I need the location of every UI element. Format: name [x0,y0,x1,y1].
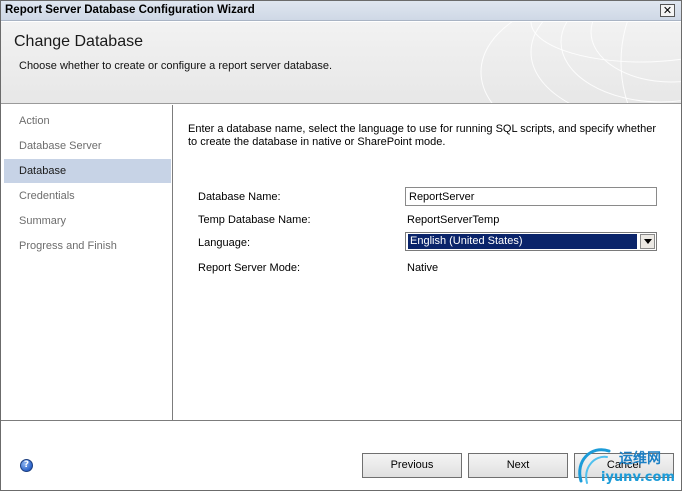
dropdown-button[interactable] [640,234,655,249]
database-name-input[interactable] [405,187,657,206]
next-button-label: Next [506,459,530,471]
close-button[interactable]: ✕ [660,4,675,17]
chevron-down-icon [644,239,652,244]
language-selected-value: English (United States) [408,234,637,249]
next-button[interactable]: Next [468,453,568,478]
nav-item-credentials[interactable]: Credentials [4,184,171,208]
nav-item-database[interactable]: Database [4,159,171,183]
language-label: Language: [198,237,250,249]
nav-item-progress-and-finish[interactable]: Progress and Finish [4,234,171,258]
previous-button-label: Previous [390,459,434,471]
page-subtitle: Choose whether to create or configure a … [19,60,333,72]
watermark-cn: 运维网 [619,450,661,467]
nav-item-action[interactable]: Action [4,109,171,133]
watermark-logo: 运维网 iyunv.com [578,448,675,485]
language-select[interactable]: English (United States) [405,232,657,251]
title-bar: Report Server Database Configuration Wiz… [1,1,681,21]
nav-item-database-server[interactable]: Database Server [4,134,171,158]
intro-text: Enter a database name, select the langua… [188,123,656,148]
window-title: Report Server Database Configuration Wiz… [5,4,255,16]
report-server-mode-label: Report Server Mode: [198,262,301,274]
wizard-window: Report Server Database Configuration Wiz… [0,0,682,491]
report-server-mode-value: Native [407,262,439,274]
watermark-url: iyunv.com [601,470,675,485]
database-name-label: Database Name: [198,191,281,203]
temp-database-name-label: Temp Database Name: [198,214,311,226]
content-panel: Enter a database name, select the langua… [174,105,681,420]
nav-item-summary[interactable]: Summary [4,209,171,233]
header-decoration [480,22,681,103]
page-header: Change Database Choose whether to create… [1,22,681,104]
wizard-steps-nav: Action Database Server Database Credenti… [1,105,173,420]
page-title: Change Database [14,33,143,50]
previous-button[interactable]: Previous [362,453,462,478]
help-icon[interactable]: ? [20,459,33,472]
temp-database-name-value: ReportServerTemp [407,214,500,226]
